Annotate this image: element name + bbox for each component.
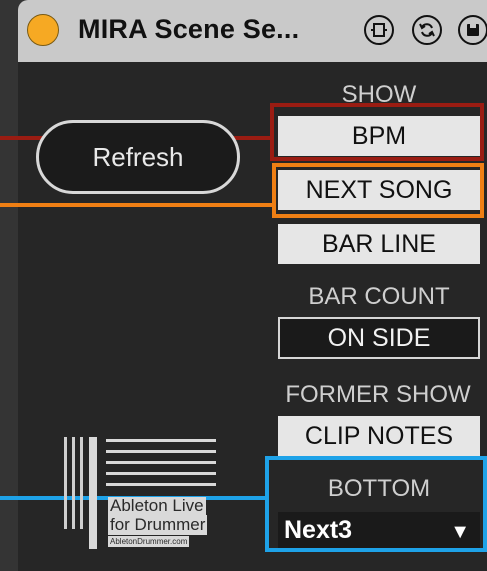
ableton-drummer-logo: Ableton Live for Drummer AbletonDrummer.… bbox=[56, 433, 221, 550]
save-preset-button[interactable] bbox=[458, 15, 487, 45]
hot-swap-button[interactable] bbox=[412, 15, 442, 45]
bar-line-toggle-button[interactable]: BAR LINE bbox=[278, 224, 480, 264]
save-icon bbox=[467, 24, 479, 36]
former-show-section-label: FORMER SHOW bbox=[285, 381, 471, 408]
clip-notes-toggle-button[interactable]: CLIP NOTES bbox=[278, 416, 480, 456]
bar-count-mode-button[interactable]: ON SIDE bbox=[278, 317, 480, 359]
device-title: MIRA Scene Se... bbox=[78, 14, 300, 44]
pin-icon bbox=[371, 23, 387, 37]
logo-line-3: AbletonDrummer.com bbox=[108, 536, 190, 547]
logo-line-1: Ableton Live bbox=[108, 496, 206, 515]
device-power-toggle[interactable] bbox=[27, 14, 59, 46]
highlight-box-blue bbox=[265, 456, 487, 552]
highlight-box-red bbox=[270, 103, 484, 161]
refresh-button[interactable]: Refresh bbox=[36, 120, 240, 194]
annotation-line-orange bbox=[0, 203, 274, 207]
pin-button[interactable] bbox=[364, 15, 394, 45]
bar-count-section-label: BAR COUNT bbox=[308, 283, 450, 310]
refresh-cycle-icon bbox=[419, 23, 435, 37]
logo-line-2: for Drummer bbox=[108, 515, 208, 535]
highlight-box-orange bbox=[272, 163, 484, 218]
